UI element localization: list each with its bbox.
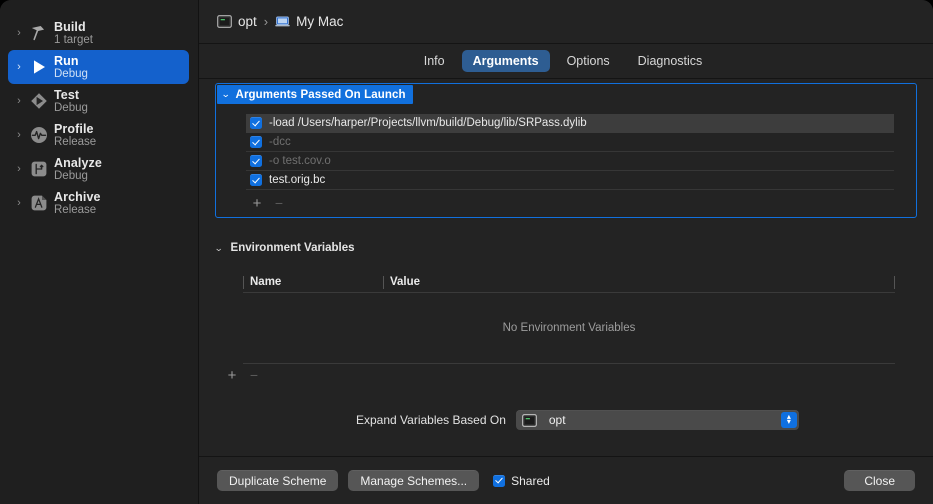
hammer-icon [26, 21, 52, 45]
sidebar-item-analyze[interactable]: › Analyze Debug [8, 152, 189, 186]
manage-schemes-button[interactable]: Manage Schemes... [348, 470, 480, 491]
terminal-target-icon [217, 15, 232, 28]
sidebar-item-build[interactable]: › Build 1 target [8, 16, 189, 50]
sidebar-item-subtitle: 1 target [54, 33, 93, 46]
disclosure-triangle-icon[interactable]: › [12, 163, 26, 175]
sidebar-item-text: Archive Release [54, 190, 101, 217]
sidebar-item-test[interactable]: › Test Debug [8, 84, 189, 118]
tab-arguments[interactable]: Arguments [461, 50, 550, 72]
terminal-target-icon [522, 413, 537, 427]
sidebar-item-text: Build 1 target [54, 20, 93, 47]
sidebar-item-subtitle: Debug [54, 169, 88, 182]
argument-row[interactable]: -load /Users/harper/Projects/llvm/build/… [246, 114, 894, 133]
argument-value[interactable]: -dcc [269, 136, 291, 148]
duplicate-scheme-button[interactable]: Duplicate Scheme [217, 470, 339, 491]
main-panel: opt › My Mac Info Arguments Options Diag… [199, 0, 933, 504]
remove-argument-button[interactable]: − [268, 196, 290, 210]
column-header-end [894, 276, 895, 289]
column-header-name: Name [243, 276, 383, 289]
chevron-down-icon: ▾ [786, 417, 791, 426]
chevron-down-icon[interactable]: ⌄ [221, 89, 230, 100]
test-diamond-icon [26, 89, 52, 113]
shared-label: Shared [511, 473, 550, 488]
sidebar-item-title: Archive [54, 189, 101, 204]
sidebar-item-title: Build [54, 19, 86, 34]
titlebar: opt › My Mac [199, 0, 933, 44]
argument-checkbox[interactable] [250, 117, 262, 129]
scheme-editor-window: › Build 1 target › Run Debug › Test Debu… [0, 0, 933, 504]
bottom-button-bar: Duplicate Scheme Manage Schemes... Share… [199, 456, 933, 504]
scheme-actions-sidebar: › Build 1 target › Run Debug › Test Debu… [0, 0, 199, 504]
sidebar-item-subtitle: Debug [54, 101, 88, 114]
argument-value[interactable]: -o test.cov.o [269, 155, 331, 167]
sidebar-item-run[interactable]: › Run Debug [8, 50, 189, 84]
profile-waveform-icon [26, 123, 52, 147]
sidebar-item-subtitle: Release [54, 135, 97, 148]
shared-checkbox-group[interactable]: Shared [493, 474, 550, 488]
sidebar-item-subtitle: Release [54, 203, 97, 216]
breadcrumb: opt › My Mac [217, 14, 343, 29]
arguments-list-controls: + − [246, 194, 290, 212]
chevron-up-down-icon[interactable]: ▴ ▾ [780, 412, 797, 428]
disclosure-triangle-icon[interactable]: › [12, 197, 26, 209]
chevron-down-icon[interactable]: ⌄ [214, 243, 223, 254]
close-button[interactable]: Close [844, 470, 915, 491]
arguments-section-header[interactable]: ⌄ Arguments Passed On Launch [217, 85, 413, 104]
tab-diagnostics[interactable]: Diagnostics [627, 50, 714, 72]
environment-section-title: Environment Variables [230, 242, 355, 254]
tab-options[interactable]: Options [556, 50, 621, 72]
archive-box-icon [26, 191, 52, 215]
shared-checkbox[interactable] [493, 474, 506, 487]
argument-row[interactable]: test.orig.bc [246, 171, 894, 190]
breadcrumb-scheme-label[interactable]: opt [238, 14, 257, 29]
argument-row[interactable]: -o test.cov.o [246, 152, 894, 171]
environment-variables-section: ⌄ Environment Variables Name Value No En… [214, 240, 917, 383]
sidebar-item-archive[interactable]: › Archive Release [8, 186, 189, 220]
remove-environment-variable-button[interactable]: − [243, 368, 265, 382]
sidebar-item-profile[interactable]: › Profile Release [8, 118, 189, 152]
play-icon [26, 55, 52, 79]
tab-info[interactable]: Info [413, 50, 456, 72]
sidebar-item-title: Profile [54, 121, 94, 136]
sidebar-item-text: Test Debug [54, 88, 88, 115]
analyze-branch-icon [26, 157, 52, 181]
disclosure-triangle-icon[interactable]: › [12, 129, 26, 141]
environment-variables-table: Name Value No Environment Variables + − [228, 273, 895, 386]
environment-empty-message: No Environment Variables [243, 293, 895, 364]
expand-variables-value: opt [548, 413, 566, 427]
sidebar-item-title: Run [54, 53, 79, 68]
arguments-pane: ⌄ Arguments Passed On Launch -load /User… [199, 80, 933, 456]
argument-row[interactable]: -dcc [246, 133, 894, 152]
arguments-section-title: Arguments Passed On Launch [235, 88, 406, 101]
sidebar-item-text: Analyze Debug [54, 156, 102, 183]
environment-list-controls: + − [219, 364, 895, 386]
sidebar-item-title: Analyze [54, 155, 102, 170]
breadcrumb-destination-label[interactable]: My Mac [296, 14, 343, 29]
expand-variables-select[interactable]: opt ▴ ▾ [515, 410, 799, 430]
disclosure-triangle-icon[interactable]: › [12, 61, 26, 73]
expand-variables-row: Expand Variables Based On opt ▴ ▾ [215, 410, 917, 430]
argument-checkbox[interactable] [250, 155, 262, 167]
add-environment-variable-button[interactable]: + [221, 368, 243, 383]
argument-value[interactable]: -load /Users/harper/Projects/llvm/build/… [269, 117, 587, 129]
argument-checkbox[interactable] [250, 136, 262, 148]
disclosure-triangle-icon[interactable]: › [12, 27, 26, 39]
environment-section-header[interactable]: ⌄ Environment Variables [214, 240, 917, 256]
add-argument-button[interactable]: + [246, 196, 268, 211]
column-header-value: Value [383, 276, 894, 289]
tab-bar: Info Arguments Options Diagnostics [199, 44, 933, 79]
laptop-icon [275, 15, 290, 28]
arguments-list: -load /Users/harper/Projects/llvm/build/… [246, 114, 894, 190]
arguments-passed-on-launch-box: ⌄ Arguments Passed On Launch -load /User… [215, 83, 917, 218]
sidebar-item-subtitle: Debug [54, 67, 88, 80]
sidebar-item-title: Test [54, 87, 80, 102]
argument-checkbox[interactable] [250, 174, 262, 186]
argument-value[interactable]: test.orig.bc [269, 174, 325, 186]
table-header-row: Name Value [243, 273, 895, 293]
disclosure-triangle-icon[interactable]: › [12, 95, 26, 107]
sidebar-item-text: Run Debug [54, 54, 88, 81]
breadcrumb-separator: › [263, 14, 269, 29]
sidebar-item-text: Profile Release [54, 122, 96, 149]
expand-variables-label: Expand Variables Based On [356, 413, 506, 427]
